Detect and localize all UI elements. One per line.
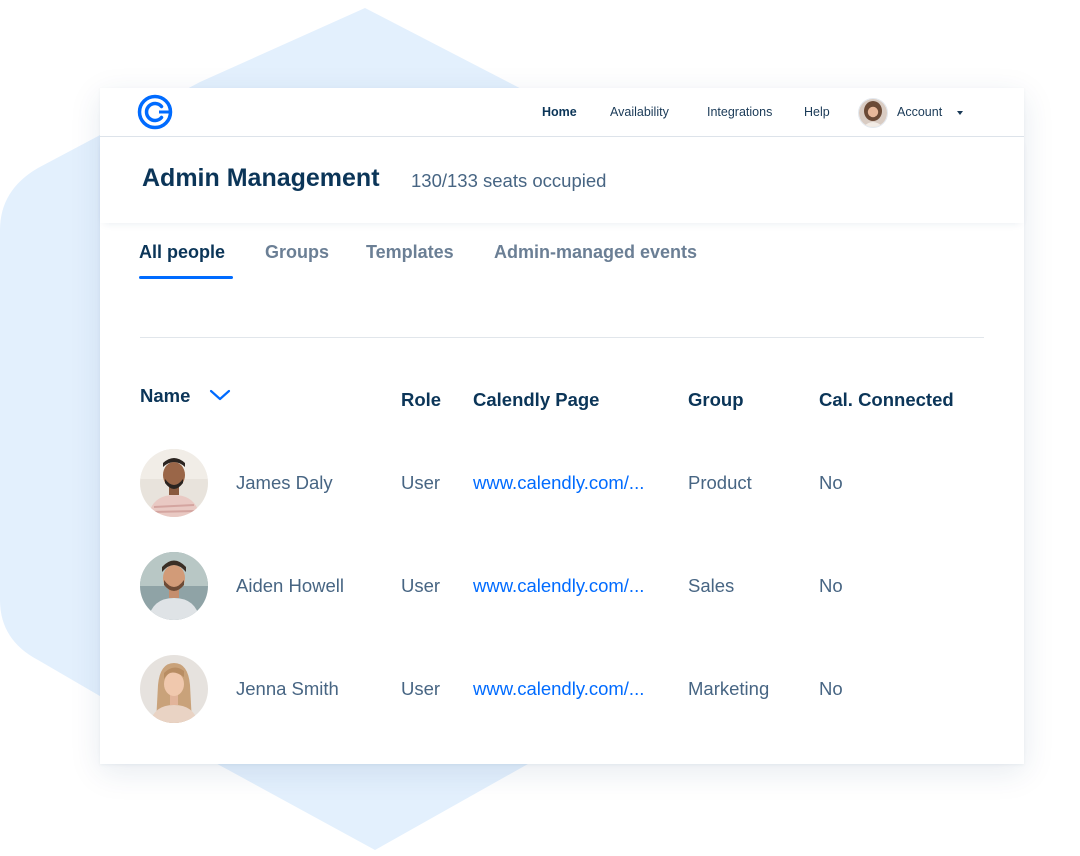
table-row: Jenna Smith User www.calendly.com/... Ma… bbox=[100, 644, 1024, 734]
tab-admin-managed-events[interactable]: Admin-managed events bbox=[494, 242, 697, 263]
chevron-down-icon[interactable] bbox=[209, 388, 231, 402]
table-row: Aiden Howell User www.calendly.com/... S… bbox=[100, 541, 1024, 631]
person-name: Aiden Howell bbox=[236, 575, 344, 596]
person-group: Sales bbox=[688, 575, 735, 596]
person-name: Jenna Smith bbox=[236, 678, 339, 699]
column-header-calendly-page: Calendly Page bbox=[473, 389, 600, 410]
top-navigation-bar: Home Availability Integrations Help Acco… bbox=[100, 88, 1024, 137]
tab-groups[interactable]: Groups bbox=[265, 242, 329, 263]
section-divider bbox=[140, 337, 984, 338]
calendly-page-link[interactable]: www.calendly.com/... bbox=[473, 472, 644, 494]
person-role: User bbox=[401, 575, 441, 596]
nav-home-link[interactable]: Home bbox=[542, 105, 577, 119]
cal-connected-status: No bbox=[819, 575, 843, 596]
tab-all-people[interactable]: All people bbox=[139, 242, 225, 263]
seats-occupied-text: 130/133 seats occupied bbox=[411, 170, 607, 191]
column-header-cal-connected: Cal. Connected bbox=[819, 389, 954, 410]
calendly-page-link[interactable]: www.calendly.com/... bbox=[473, 678, 644, 700]
person-group: Marketing bbox=[688, 678, 770, 699]
account-avatar bbox=[858, 98, 888, 128]
person-group: Product bbox=[688, 472, 752, 493]
column-header-name[interactable]: Name bbox=[140, 385, 190, 407]
nav-integrations-link[interactable]: Integrations bbox=[707, 105, 772, 119]
nav-availability-link[interactable]: Availability bbox=[610, 105, 669, 119]
calendly-logo-icon[interactable] bbox=[137, 94, 173, 130]
column-header-role: Role bbox=[401, 389, 442, 410]
account-label: Account bbox=[897, 105, 943, 119]
person-role: User bbox=[401, 472, 441, 493]
admin-card: Home Availability Integrations Help Acco… bbox=[100, 88, 1024, 764]
person-name: James Daly bbox=[236, 472, 333, 493]
cal-connected-status: No bbox=[819, 472, 843, 493]
avatar bbox=[140, 449, 208, 517]
person-role: User bbox=[401, 678, 441, 699]
nav-help-link[interactable]: Help bbox=[804, 105, 830, 119]
caret-down-icon bbox=[957, 111, 963, 115]
page-title: Admin Management bbox=[142, 164, 380, 192]
column-header-group: Group bbox=[688, 389, 744, 410]
calendly-page-link[interactable]: www.calendly.com/... bbox=[473, 575, 644, 597]
page-header: Admin Management 130/133 seats occupied bbox=[100, 137, 1024, 223]
avatar bbox=[140, 655, 208, 723]
table-row: James Daly User www.calendly.com/... Pro… bbox=[100, 438, 1024, 528]
active-tab-indicator bbox=[139, 276, 233, 279]
cal-connected-status: No bbox=[819, 678, 843, 699]
tab-templates[interactable]: Templates bbox=[366, 242, 454, 263]
avatar bbox=[140, 552, 208, 620]
